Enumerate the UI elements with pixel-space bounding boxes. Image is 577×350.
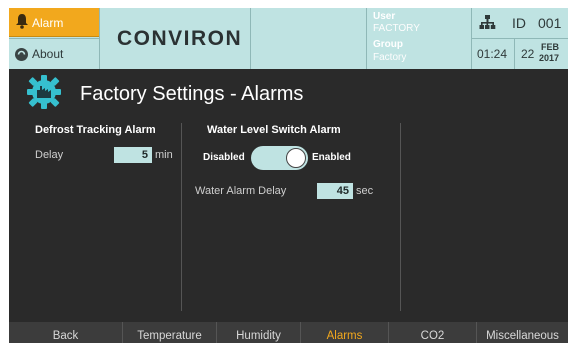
- water-section-title: Water Level Switch Alarm: [207, 124, 341, 136]
- chamber-id: ID 001: [472, 8, 568, 38]
- id-label: ID: [512, 15, 526, 31]
- time-divider: [514, 39, 515, 69]
- network-icon: [479, 14, 496, 33]
- page-title: Factory Settings - Alarms: [80, 83, 304, 105]
- year-display: 2017: [539, 53, 560, 63]
- defrost-delay-input[interactable]: 5: [114, 147, 152, 163]
- day-display: 22: [521, 47, 535, 61]
- column-divider: [181, 123, 182, 311]
- defrost-delay-unit: min: [155, 149, 173, 161]
- factory-gear-icon: [26, 74, 62, 115]
- nav-alarms[interactable]: Alarms: [301, 322, 389, 343]
- header-divider: [251, 8, 367, 69]
- water-delay-label: Water Alarm Delay: [195, 185, 287, 197]
- nav-miscellaneous[interactable]: Miscellaneous: [477, 322, 568, 343]
- datetime: 01:24 22 FEB 2017: [472, 39, 568, 69]
- time-display: 01:24: [477, 47, 508, 61]
- header-divider: [367, 8, 472, 69]
- water-alarm-toggle[interactable]: [251, 146, 308, 170]
- water-delay-unit: sec: [356, 185, 374, 197]
- defrost-delay-label: Delay: [35, 149, 64, 161]
- column-divider: [400, 123, 401, 311]
- header-bar: Alarm About CONVIRON User FACTORY Group …: [9, 8, 568, 69]
- bottom-nav: Back Temperature Humidity Alarms CO2 Mis…: [9, 322, 568, 343]
- header-divider: [9, 8, 100, 69]
- nav-back[interactable]: Back: [9, 322, 123, 343]
- toggle-disabled-label: Disabled: [203, 152, 245, 163]
- nav-temperature[interactable]: Temperature: [123, 322, 217, 343]
- water-delay-input[interactable]: 45: [317, 183, 353, 199]
- nav-humidity[interactable]: Humidity: [217, 322, 301, 343]
- nav-co2[interactable]: CO2: [389, 322, 477, 343]
- screen: Alarm About CONVIRON User FACTORY Group …: [9, 8, 568, 343]
- defrost-section-title: Defrost Tracking Alarm: [35, 124, 156, 136]
- header-divider: [101, 8, 251, 69]
- toggle-enabled-label: Enabled: [312, 152, 351, 163]
- id-value: 001: [538, 15, 562, 31]
- toggle-knob: [286, 148, 306, 168]
- month-display: FEB: [541, 42, 559, 52]
